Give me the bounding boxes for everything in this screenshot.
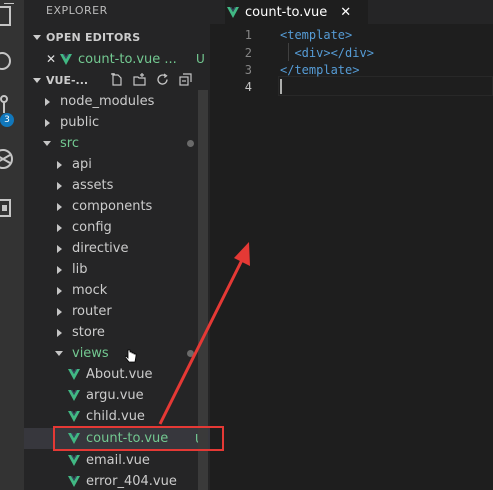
vue-file-icon	[68, 369, 80, 380]
vue-file-icon	[68, 476, 80, 487]
project-header[interactable]: VUE-...	[24, 70, 210, 90]
tree-file-error-404[interactable]: error_404.vue	[24, 471, 210, 490]
tree-folder-api[interactable]: api	[24, 154, 210, 175]
tree-folder-mock[interactable]: mock	[24, 280, 210, 301]
tree-item-label: node_modules	[60, 94, 155, 109]
extensions-icon[interactable]	[0, 192, 24, 226]
chevron-right-icon	[56, 181, 62, 190]
code-line: 1 <template>	[210, 26, 493, 44]
code-line: 2 <div></div>	[210, 44, 493, 62]
line-number: 1	[244, 28, 252, 42]
line-number: 3	[244, 63, 252, 77]
project-name: VUE-...	[46, 73, 89, 87]
chevron-right-icon	[56, 328, 62, 337]
chevron-down-icon	[33, 77, 41, 83]
collapse-all-icon[interactable]	[179, 71, 192, 90]
chevron-right-icon	[44, 97, 50, 106]
line-number: 4	[244, 80, 252, 94]
chevron-down-icon	[33, 34, 41, 40]
editor-tab-bar: count-to.vue ✕	[210, 0, 493, 24]
new-file-icon[interactable]	[110, 71, 123, 90]
tree-item-label: About.vue	[86, 367, 153, 382]
explorer-title: EXPLORER	[46, 4, 108, 17]
annotation-highlight-box	[53, 426, 224, 451]
code-text: </template>	[280, 63, 360, 77]
tree-folder-public[interactable]: public	[24, 112, 210, 133]
vue-file-icon	[68, 455, 80, 466]
chevron-right-icon	[56, 286, 62, 295]
vue-file-icon	[68, 411, 80, 422]
search-icon[interactable]	[0, 44, 24, 78]
text-cursor	[280, 79, 282, 94]
refresh-icon[interactable]	[156, 71, 169, 90]
tab-count-to[interactable]: count-to.vue ✕	[225, 0, 368, 24]
tree-folder-components[interactable]: components	[24, 196, 210, 217]
code-line: 3 </template>	[210, 61, 493, 79]
tree-folder-router[interactable]: router	[24, 301, 210, 322]
line-number: 2	[244, 46, 252, 60]
tree-folder-store[interactable]: store	[24, 322, 210, 343]
vue-file-icon	[227, 6, 239, 18]
modified-dot	[187, 350, 194, 357]
chevron-down-icon	[43, 141, 51, 146]
open-editor-item[interactable]: ✕ count-to.vue ... U	[24, 48, 210, 70]
chevron-right-icon	[56, 223, 62, 232]
chevron-right-icon	[56, 160, 62, 169]
tree-file-child[interactable]: child.vue	[24, 406, 210, 427]
vue-file-icon	[68, 390, 80, 401]
open-editor-name: count-to.vue ...	[78, 51, 177, 67]
tree-folder-directive[interactable]: directive	[24, 238, 210, 259]
new-folder-icon[interactable]	[133, 71, 146, 90]
tree-folder-assets[interactable]: assets	[24, 175, 210, 196]
tree-item-label: email.vue	[86, 453, 150, 468]
chevron-right-icon	[56, 307, 62, 316]
chevron-right-icon	[56, 265, 62, 274]
code-text: <template>	[280, 28, 353, 42]
tree-file-email[interactable]: email.vue	[24, 450, 210, 471]
tree-item-label: mock	[72, 283, 108, 298]
code-text: <div></div>	[280, 46, 374, 60]
tree-item-label: config	[72, 220, 112, 235]
modified-dot	[187, 140, 194, 147]
tree-folder-views[interactable]: views	[24, 343, 210, 364]
tree-item-label: views	[72, 346, 109, 361]
tab-label: count-to.vue	[245, 4, 328, 20]
vue-file-icon	[60, 53, 72, 65]
open-editors-label: OPEN EDITORS	[46, 30, 141, 44]
tree-item-label: public	[60, 115, 100, 130]
chevron-right-icon	[56, 244, 62, 253]
tree-item-label: components	[72, 199, 153, 214]
tree-folder-config[interactable]: config	[24, 217, 210, 238]
open-editors-header[interactable]: OPEN EDITORS	[24, 27, 210, 47]
close-tab-icon[interactable]: ✕	[340, 5, 351, 20]
close-editor-icon[interactable]: ✕	[46, 52, 60, 66]
tree-item-label: child.vue	[86, 409, 145, 424]
tree-folder-node-modules[interactable]: node_modules	[24, 91, 210, 112]
tree-file-about[interactable]: About.vue	[24, 364, 210, 385]
code-editor[interactable]: 1 <template> 2 <div></div> 3 </template>…	[210, 24, 493, 490]
chevron-right-icon	[56, 202, 62, 211]
chevron-right-icon	[44, 118, 50, 127]
explorer-files-icon[interactable]	[0, 0, 24, 34]
activity-bar: 3	[0, 0, 24, 490]
untracked-status: U	[196, 52, 205, 66]
chevron-down-icon	[55, 351, 63, 356]
explorer-sidebar: EXPLORER OPEN EDITORS ✕ count-to.vue ...…	[24, 0, 210, 490]
code-line: 4	[210, 78, 493, 96]
source-control-badge: 3	[0, 113, 14, 127]
tree-file-argu[interactable]: argu.vue	[24, 385, 210, 406]
tree-item-label: store	[72, 325, 105, 340]
tree-item-label: lib	[72, 262, 88, 277]
debug-icon[interactable]	[0, 142, 24, 176]
tree-folder-src[interactable]: src	[24, 133, 210, 154]
tree-item-label: api	[72, 157, 92, 172]
tree-item-label: router	[72, 304, 112, 319]
tree-item-label: src	[60, 136, 79, 151]
tree-item-label: error_404.vue	[86, 474, 177, 489]
tree-item-label: assets	[72, 178, 114, 193]
tree-item-label: argu.vue	[86, 388, 144, 403]
tree-folder-lib[interactable]: lib	[24, 259, 210, 280]
tree-item-label: directive	[72, 241, 129, 256]
